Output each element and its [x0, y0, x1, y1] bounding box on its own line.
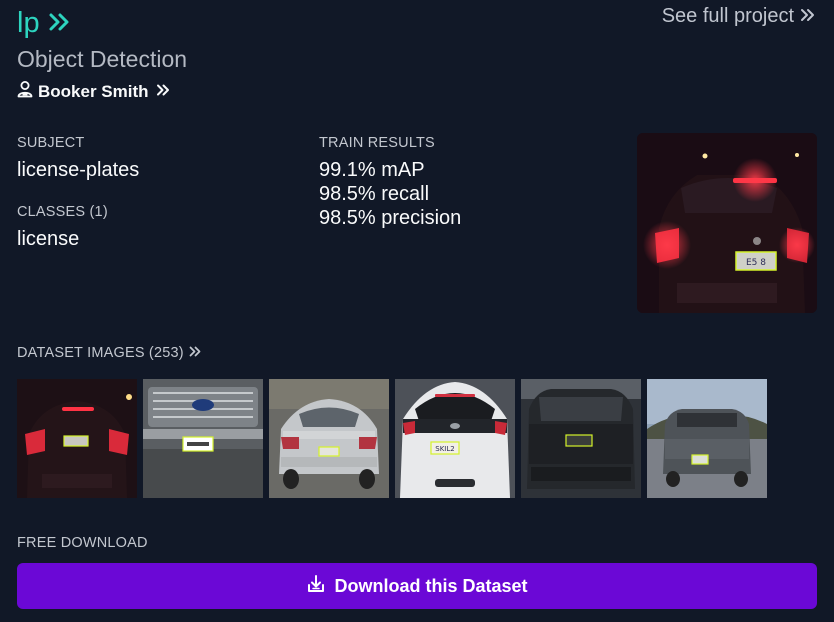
download-button-label: Download this Dataset: [334, 575, 528, 596]
dataset-thumbnail[interactable]: [647, 379, 767, 498]
project-title: lp: [17, 7, 40, 39]
dataset-images-label: DATASET IMAGES (253): [17, 345, 184, 361]
dataset-thumbnails: SKIL2: [17, 379, 767, 498]
metric-precision: 98.5% precision: [319, 207, 462, 229]
chevron-double-right-icon: [189, 345, 201, 361]
chevron-double-right-icon: [48, 8, 70, 38]
dataset-thumbnail[interactable]: SKIL2: [395, 379, 515, 498]
dataset-thumbnail[interactable]: [17, 379, 137, 498]
dataset-thumbnail[interactable]: [143, 379, 263, 498]
dataset-images-link[interactable]: DATASET IMAGES (253): [17, 345, 201, 361]
see-full-project-link[interactable]: See full project: [662, 5, 816, 28]
author-link[interactable]: Booker Smith: [16, 80, 170, 103]
preview-plate-text: E5 8: [746, 258, 766, 268]
free-download-label: FREE DOWNLOAD: [17, 535, 148, 551]
classes-label: CLASSES (1): [17, 204, 108, 220]
train-results-label: TRAIN RESULTS: [319, 135, 435, 151]
thumbnail-plate-text: SKIL2: [435, 445, 454, 453]
download-dataset-button[interactable]: Download this Dataset: [17, 563, 817, 609]
author-name: Booker Smith: [38, 81, 149, 101]
see-full-project-label: See full project: [661, 5, 794, 27]
project-type: Object Detection: [17, 46, 188, 72]
dataset-thumbnail[interactable]: [269, 379, 389, 498]
classes-value: license: [17, 228, 80, 250]
preview-image[interactable]: E5 8: [637, 133, 817, 313]
user-badge-icon: [16, 80, 34, 103]
chevron-double-right-icon: [156, 83, 170, 100]
subject-value: license-plates: [17, 159, 140, 181]
metric-recall: 98.5% recall: [319, 183, 430, 205]
metric-map: 99.1% mAP: [319, 159, 425, 181]
subject-label: SUBJECT: [17, 135, 85, 151]
chevron-double-right-icon: [800, 5, 816, 28]
project-title-link[interactable]: lp: [17, 6, 70, 40]
download-icon: [306, 574, 326, 599]
train-metrics: 99.1% mAP 98.5% recall 98.5% precision: [319, 158, 461, 230]
dataset-thumbnail[interactable]: [521, 379, 641, 498]
